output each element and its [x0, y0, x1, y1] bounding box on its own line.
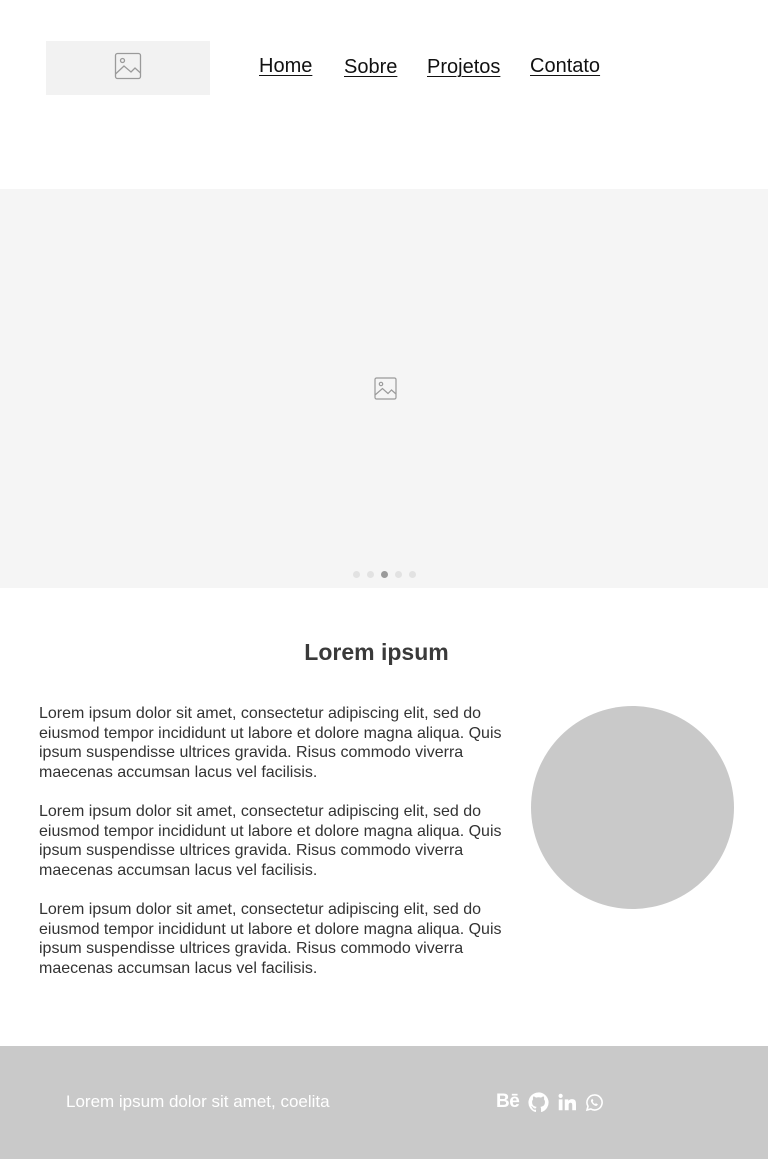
carousel-dot[interactable]	[367, 571, 374, 578]
nav-projetos[interactable]: Projetos	[427, 54, 500, 80]
linkedin-icon[interactable]	[558, 1091, 577, 1113]
carousel-dot[interactable]	[381, 571, 388, 578]
site-footer: Lorem ipsum dolor sit amet, coelita Bē	[0, 1046, 768, 1159]
hero-carousel[interactable]	[0, 189, 768, 588]
image-placeholder-icon	[114, 52, 142, 85]
nav-home[interactable]: Home	[259, 53, 312, 79]
about-text: Lorem ipsum dolor sit amet, consectetur …	[39, 704, 523, 998]
about-paragraph: Lorem ipsum dolor sit amet, consectetur …	[39, 803, 502, 879]
profile-image-placeholder	[531, 706, 734, 909]
about-paragraph: Lorem ipsum dolor sit amet, consectetur …	[39, 705, 502, 781]
carousel-dot[interactable]	[409, 571, 416, 578]
social-links: Bē	[496, 1091, 604, 1113]
carousel-dot[interactable]	[353, 571, 360, 578]
section-title: Lorem ipsum	[304, 639, 449, 666]
carousel-dots	[353, 571, 416, 578]
carousel-dot[interactable]	[395, 571, 402, 578]
site-header: Home Sobre Projetos Contato	[0, 0, 768, 189]
nav-contato[interactable]: Contato	[530, 53, 600, 79]
nav-sobre[interactable]: Sobre	[344, 54, 397, 80]
image-placeholder-icon	[374, 377, 397, 400]
whatsapp-icon[interactable]	[585, 1091, 604, 1113]
footer-text: Lorem ipsum dolor sit amet, coelita	[66, 1092, 330, 1111]
logo-placeholder[interactable]	[46, 41, 210, 95]
about-paragraph: Lorem ipsum dolor sit amet, consectetur …	[39, 901, 502, 977]
github-icon[interactable]	[528, 1091, 549, 1113]
behance-icon[interactable]: Bē	[496, 1091, 520, 1113]
behance-label: Bē	[496, 1091, 520, 1112]
